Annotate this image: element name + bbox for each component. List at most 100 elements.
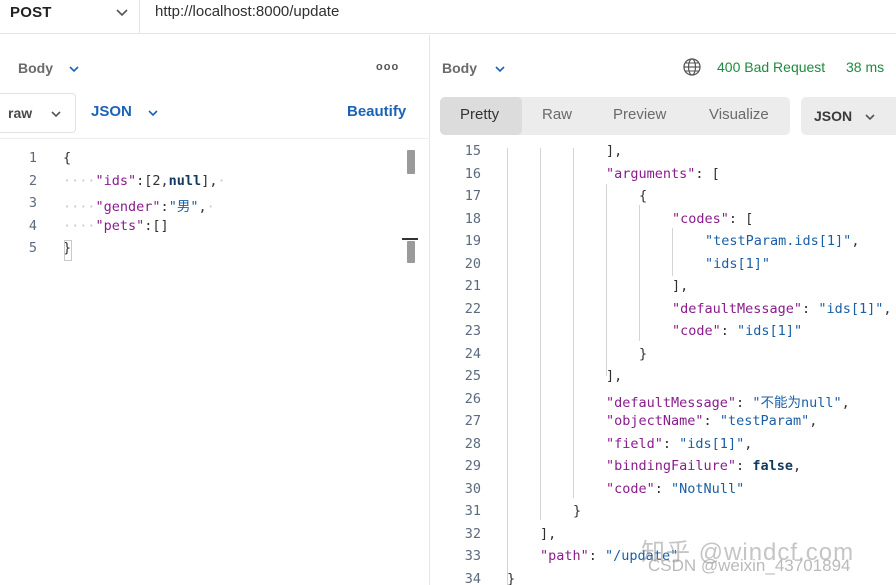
line-number: 21 (464, 278, 481, 294)
code-token: : (703, 413, 720, 429)
response-body-title[interactable]: Body (442, 60, 477, 76)
url-input[interactable]: http://localhost:8000/update (155, 3, 339, 20)
tab-visualize[interactable]: Visualize (709, 106, 769, 123)
method-select[interactable]: POST (0, 0, 140, 34)
tab-preview[interactable]: Preview (613, 106, 666, 123)
code-token: "code" (672, 323, 721, 339)
chevron-down-icon[interactable] (67, 62, 81, 76)
editor-scrollbar-thumb[interactable] (407, 241, 415, 263)
line-number: 1 (28, 150, 37, 166)
editor-scrollbar[interactable] (407, 150, 415, 174)
line-number: 33 (464, 548, 481, 564)
code-line: ], (606, 143, 622, 159)
code-token: ], (201, 172, 218, 189)
code-token: { (63, 150, 72, 166)
code-token: ], (606, 368, 623, 384)
tab-raw[interactable]: Raw (542, 106, 572, 123)
code-line: "field": "ids[1]", (606, 436, 752, 452)
code-token: : (160, 199, 169, 215)
line-number: 25 (464, 368, 481, 384)
code-token: :[] (144, 217, 169, 234)
code-token: null (168, 172, 202, 189)
code-token: , (851, 233, 860, 249)
code-token: · (206, 199, 215, 215)
line-number: 30 (464, 480, 481, 497)
code-line: ], (672, 278, 688, 294)
more-options-icon[interactable]: ooo (376, 61, 399, 73)
line-number: 28 (464, 435, 481, 452)
code-token: "gender" (95, 199, 161, 215)
code-token: : (736, 458, 753, 474)
code-token: "NotNull" (671, 480, 745, 497)
code-line: "objectName": "testParam", (606, 413, 817, 429)
request-body-title[interactable]: Body (18, 60, 53, 76)
line-number: 24 (464, 345, 481, 362)
code-token: "ids" (95, 172, 137, 189)
code-token: ], (672, 278, 689, 294)
code-token: "ids[1]" (737, 323, 803, 339)
body-format-select[interactable]: JSON (91, 103, 132, 120)
code-token: "objectName" (606, 413, 704, 429)
code-token: "arguments" (606, 165, 696, 182)
code-line: "defaultMessage": "ids[1]", (672, 301, 891, 317)
code-token: "bindingFailure" (606, 458, 737, 474)
chevron-down-icon[interactable] (493, 62, 507, 76)
code-line: "testParam.ids[1]", (705, 233, 859, 249)
beautify-button[interactable]: Beautify (347, 103, 406, 120)
line-number: 15 (464, 143, 481, 159)
code-token: "path" (540, 548, 589, 564)
code-token: , (809, 413, 818, 429)
code-token: "testParam" (719, 413, 810, 429)
code-token: · (217, 172, 226, 189)
line-number: 5 (28, 240, 37, 256)
code-token: : [ (695, 165, 720, 182)
code-token: "defaultMessage" (672, 300, 803, 317)
line-number: 3 (28, 195, 37, 211)
code-token: "defaultMessage" (606, 394, 737, 411)
line-number: 31 (464, 503, 481, 519)
response-panel: Body 400 Bad Request 38 ms Pretty Raw Pr… (431, 35, 896, 585)
code-token: : (588, 548, 606, 564)
line-number: 20 (464, 255, 481, 272)
code-token: "code" (606, 480, 655, 497)
chevron-down-icon[interactable] (146, 106, 160, 120)
code-line: "code": "NotNull" (606, 481, 744, 497)
code-token: "pets" (95, 217, 145, 234)
code-line: "code": "ids[1]" (672, 323, 802, 339)
response-time[interactable]: 38 ms (846, 59, 884, 75)
code-token: : (736, 394, 753, 411)
code-line: ····"ids":[2,null],· (63, 173, 226, 189)
code-line: ····"pets":[] (63, 218, 169, 234)
code-token: ], (606, 143, 623, 159)
code-token: :[2, (136, 172, 169, 189)
tab-pretty[interactable]: Pretty (460, 106, 499, 123)
code-token: ···· (63, 199, 96, 215)
code-token: : (802, 300, 819, 317)
code-line: "bindingFailure": false, (606, 458, 801, 474)
bracket-match-highlight (64, 240, 72, 261)
globe-icon[interactable] (682, 57, 702, 77)
chevron-down-icon (116, 9, 128, 17)
code-line: "arguments": [ (606, 166, 720, 182)
body-type-select[interactable]: raw (0, 93, 76, 133)
request-body-editor[interactable]: 1{2 ····"ids":[2,null],· 3 ····"gender":"男"… (0, 150, 400, 270)
code-line: { (639, 188, 647, 204)
line-number: 16 (464, 165, 481, 182)
request-body-panel: Body ooo raw JSON Beautify 1{2 ····"ids":… (0, 35, 430, 585)
code-token: , (744, 435, 753, 452)
request-url-bar: POST http://localhost:8000/update (0, 0, 896, 34)
code-token: : (662, 435, 680, 452)
response-status[interactable]: 400 Bad Request (717, 59, 825, 75)
line-number: 34 (464, 570, 481, 585)
chevron-down-icon (865, 114, 875, 121)
line-number: 4 (28, 217, 37, 234)
code-token: , (198, 199, 207, 215)
code-token: , (841, 394, 850, 411)
response-format-select[interactable]: JSON (801, 97, 896, 135)
response-body-viewer[interactable]: 15], 16 "arguments": [17{18 "codes": [19 "te… (431, 143, 896, 585)
code-token: , (883, 300, 892, 317)
code-line: "codes": [ (672, 211, 753, 227)
code-line: } (639, 346, 647, 362)
code-line: ····"gender":"男",· (63, 195, 215, 215)
code-token: "ids[1]" (818, 300, 884, 317)
